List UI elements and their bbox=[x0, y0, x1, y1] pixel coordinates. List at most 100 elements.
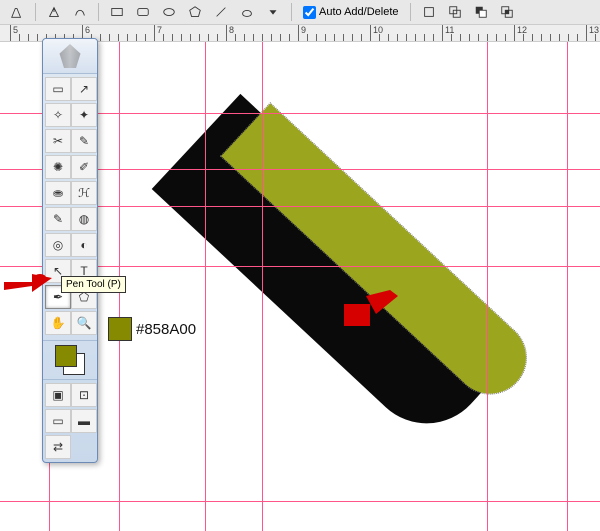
black-shape bbox=[152, 94, 519, 448]
swatch-pair bbox=[55, 345, 85, 375]
ruler-subtick bbox=[172, 34, 173, 41]
ruler-subtick bbox=[433, 34, 434, 41]
tool-dodge[interactable]: ◐ bbox=[71, 233, 97, 257]
ruler-subtick bbox=[415, 34, 416, 41]
pen-mode-icon[interactable] bbox=[43, 1, 65, 23]
shape-polygon-icon[interactable] bbox=[184, 1, 206, 23]
ruler-subtick bbox=[325, 34, 326, 41]
sep bbox=[98, 3, 99, 21]
ruler-number: 10 bbox=[373, 25, 383, 35]
tool-screen-full-menu[interactable]: ▭ bbox=[45, 409, 71, 433]
ruler-tick bbox=[298, 24, 299, 41]
path-op-new-icon[interactable] bbox=[418, 1, 440, 23]
guide-vertical[interactable] bbox=[205, 41, 206, 531]
ruler-tick bbox=[514, 24, 515, 41]
auto-add-delete-checkbox[interactable]: Auto Add/Delete bbox=[303, 6, 399, 19]
ruler-tick bbox=[226, 24, 227, 41]
guide-vertical[interactable] bbox=[262, 41, 263, 531]
pen-tool-tooltip: Pen Tool (P) bbox=[61, 276, 126, 293]
color-swatches[interactable] bbox=[43, 340, 97, 380]
guide-vertical[interactable] bbox=[567, 41, 568, 531]
tool-screen-standard[interactable]: ⊡ bbox=[71, 383, 97, 407]
ruler-subtick bbox=[379, 34, 380, 41]
sep bbox=[35, 3, 36, 21]
ruler-subtick bbox=[37, 34, 38, 41]
shape-line-icon[interactable] bbox=[210, 1, 232, 23]
ruler-number: 5 bbox=[13, 25, 18, 35]
tool-slice[interactable]: ✎ bbox=[71, 129, 97, 153]
ruler-subtick bbox=[316, 34, 317, 41]
tool-healing[interactable]: ✺ bbox=[45, 155, 71, 179]
guide-vertical[interactable] bbox=[487, 41, 488, 531]
tool-gradient[interactable]: ◍ bbox=[71, 207, 97, 231]
ruler-subtick bbox=[208, 34, 209, 41]
ruler-subtick bbox=[577, 34, 578, 41]
tool-zoom[interactable]: 🔍 bbox=[71, 311, 97, 335]
ruler-subtick bbox=[181, 34, 182, 41]
ruler-tick bbox=[10, 24, 11, 41]
toolbox-header[interactable] bbox=[43, 39, 97, 74]
tool-image-ready[interactable]: ⇄ bbox=[45, 435, 71, 459]
ruler-subtick bbox=[505, 34, 506, 41]
ruler-subtick bbox=[487, 34, 488, 41]
ruler-subtick bbox=[19, 34, 20, 41]
path-op-subtract-icon[interactable] bbox=[470, 1, 492, 23]
ruler-number: 11 bbox=[445, 25, 454, 35]
ruler-number: 6 bbox=[85, 25, 90, 35]
shape-dropdown-icon[interactable] bbox=[262, 1, 284, 23]
tool-screen-full[interactable]: ▬ bbox=[71, 409, 97, 433]
ruler-number: 8 bbox=[229, 25, 234, 35]
color-callout: #858A00 bbox=[108, 317, 196, 341]
ruler-subtick bbox=[145, 34, 146, 41]
ruler-subtick bbox=[136, 34, 137, 41]
toolbox-grid: ▭↗✧✦✂✎✺✐⛂ℋ✎◍◎◐↖T✒⬠✋🔍 bbox=[43, 74, 97, 338]
ruler-subtick bbox=[496, 34, 497, 41]
freeform-pen-icon[interactable] bbox=[69, 1, 91, 23]
tool-preset[interactable] bbox=[6, 1, 28, 23]
tool-wand[interactable]: ✦ bbox=[71, 103, 97, 127]
tool-crop[interactable]: ✂ bbox=[45, 129, 71, 153]
pointer-hand-left bbox=[4, 262, 52, 294]
path-op-add-icon[interactable] bbox=[444, 1, 466, 23]
ruler-tick bbox=[154, 24, 155, 41]
ruler-subtick bbox=[478, 34, 479, 41]
ruler-subtick bbox=[343, 34, 344, 41]
ruler-subtick bbox=[550, 34, 551, 41]
tool-rect-marquee[interactable]: ▭ bbox=[45, 77, 71, 101]
tool-hand-tool[interactable]: ✋ bbox=[45, 311, 71, 335]
tool-blur[interactable]: ◎ bbox=[45, 233, 71, 257]
tool-lasso[interactable]: ✧ bbox=[45, 103, 71, 127]
shape-ellipse-icon[interactable] bbox=[158, 1, 180, 23]
tool-quick-mask[interactable]: ▣ bbox=[45, 383, 71, 407]
ruler-subtick bbox=[289, 34, 290, 41]
shape-custom-icon[interactable] bbox=[236, 1, 258, 23]
ruler-subtick bbox=[334, 34, 335, 41]
ruler-subtick bbox=[28, 34, 29, 41]
ruler-subtick bbox=[460, 34, 461, 41]
ruler-number: 12 bbox=[517, 25, 527, 35]
ruler-subtick bbox=[352, 34, 353, 41]
ruler-subtick bbox=[262, 34, 263, 41]
ruler-subtick bbox=[424, 34, 425, 41]
ruler-tick bbox=[442, 24, 443, 41]
color-callout-hex: #858A00 bbox=[136, 321, 196, 338]
shape-rect-icon[interactable] bbox=[106, 1, 128, 23]
photoshop-feather-icon bbox=[55, 44, 85, 68]
auto-add-delete-input[interactable] bbox=[303, 6, 316, 19]
ruler-number: 13 bbox=[589, 25, 599, 35]
ruler-subtick bbox=[271, 34, 272, 41]
tool-stamp[interactable]: ⛂ bbox=[45, 181, 71, 205]
ruler-subtick bbox=[118, 34, 119, 41]
color-callout-swatch bbox=[108, 317, 132, 341]
ruler-subtick bbox=[307, 34, 308, 41]
ruler-subtick bbox=[199, 34, 200, 41]
tool-eraser[interactable]: ✎ bbox=[45, 207, 71, 231]
shape-rrect-icon[interactable] bbox=[132, 1, 154, 23]
tool-brush[interactable]: ✐ bbox=[71, 155, 97, 179]
guide-horizontal[interactable] bbox=[0, 501, 600, 502]
foreground-swatch[interactable] bbox=[55, 345, 77, 367]
tool-history[interactable]: ℋ bbox=[71, 181, 97, 205]
path-op-intersect-icon[interactable] bbox=[496, 1, 518, 23]
ruler-subtick bbox=[235, 34, 236, 41]
tool-move[interactable]: ↗ bbox=[71, 77, 97, 101]
